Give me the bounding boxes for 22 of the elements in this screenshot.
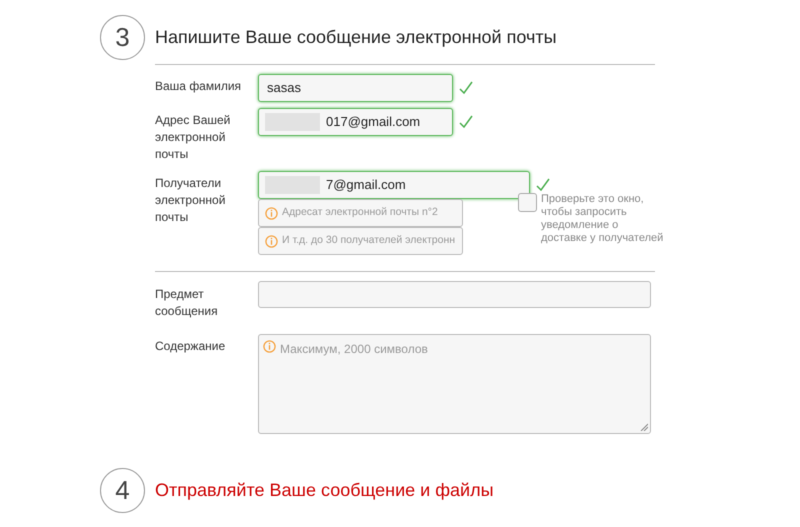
info-icon [263, 340, 276, 353]
checkbox[interactable] [518, 193, 537, 212]
check-icon [459, 81, 473, 95]
field-label: Предмет сообщения [155, 286, 219, 320]
input-field[interactable]: 017@gmail.com [258, 108, 453, 136]
step-number: 3 [100, 15, 145, 60]
field-label: Получатели электронной почты [155, 175, 226, 226]
input-field[interactable]: sasas [258, 74, 453, 102]
field-label: Адрес Вашей электронной почты [155, 112, 232, 163]
step-title: Отправляйте Ваше сообщение и файлы [155, 479, 494, 502]
input-field[interactable]: 7@gmail.com [258, 171, 530, 199]
step-title: Напишите Ваше сообщение электронной почты [155, 26, 557, 49]
resize-handle-icon[interactable] [640, 423, 648, 431]
check-icon [536, 178, 550, 192]
info-icon [265, 234, 278, 248]
check-icon [459, 115, 473, 129]
step-number: 4 [100, 468, 145, 513]
subject-field[interactable] [258, 281, 651, 308]
info-icon [265, 206, 278, 220]
field-label: Ваша фамилия [155, 78, 242, 95]
field-label: Содержание [155, 338, 226, 355]
checkbox-note: Проверьте это окно, чтобы запросить уведомление о доставке у получателей [541, 193, 664, 245]
